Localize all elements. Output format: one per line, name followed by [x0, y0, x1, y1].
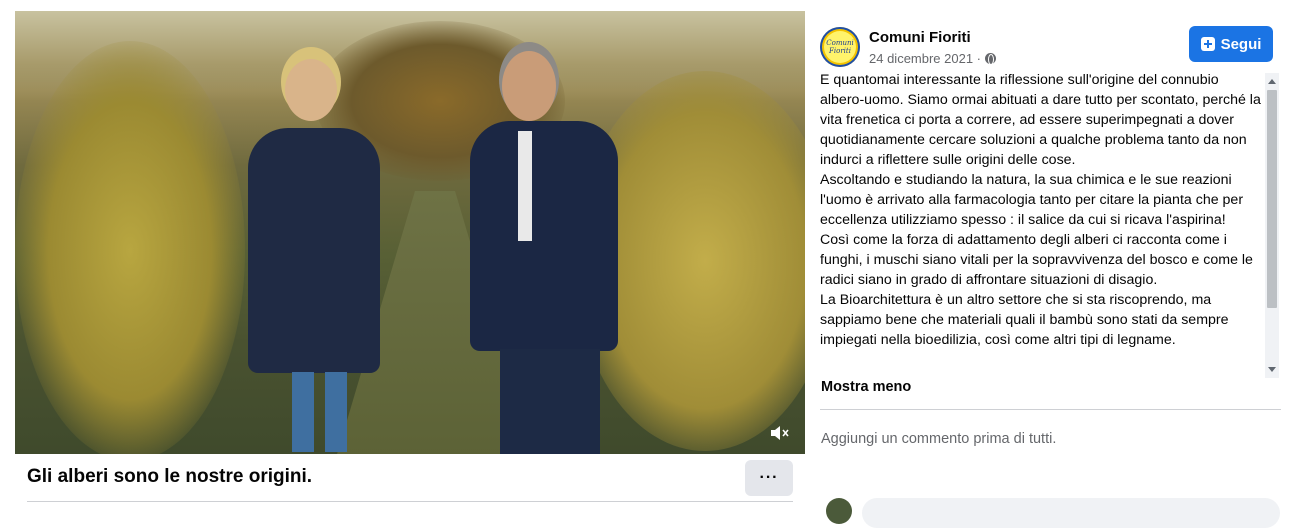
divider: [820, 409, 1281, 410]
no-comments-text: Aggiungi un commento prima di tutti.: [821, 431, 1057, 447]
woman-figure: [230, 56, 405, 454]
post-meta: 24 dicembre 2021 ·: [869, 51, 997, 66]
avatar-logo: Comuni Fioriti: [824, 31, 856, 63]
description-paragraph: Ascoltando e studiando la natura, la sua…: [820, 172, 1244, 228]
volume-muted-icon[interactable]: [769, 424, 791, 442]
description-scrollbar[interactable]: [1265, 73, 1279, 378]
globe-icon: [985, 53, 997, 65]
top-bar: [0, 0, 1296, 10]
follow-button[interactable]: Segui: [1189, 26, 1273, 62]
show-less-link[interactable]: Mostra meno: [821, 379, 911, 395]
comment-input[interactable]: [862, 498, 1280, 528]
user-avatar: [826, 498, 852, 524]
shrub-left: [15, 41, 245, 454]
page-name-link[interactable]: Comuni Fioriti: [869, 29, 971, 46]
description-paragraph: La Bioarchitettura è un altro settore ch…: [820, 292, 1229, 348]
page-avatar[interactable]: Comuni Fioriti: [820, 27, 860, 67]
follow-label: Segui: [1220, 35, 1262, 53]
scroll-down-arrow-icon[interactable]: [1268, 367, 1276, 372]
man-figure: [440, 51, 640, 454]
post-description: E quantomai interessante la riflessione …: [820, 70, 1262, 378]
scroll-up-arrow-icon[interactable]: [1268, 79, 1276, 84]
divider: [27, 501, 793, 502]
video-player[interactable]: [15, 11, 805, 454]
video-title: Gli alberi sono le nostre origini.: [27, 466, 313, 487]
scroll-thumb[interactable]: [1267, 90, 1277, 308]
more-options-button[interactable]: ···: [745, 460, 793, 496]
description-paragraph: E quantomai interessante la riflessione …: [820, 72, 1261, 168]
description-paragraph: Così come la forza di adattamento degli …: [820, 232, 1253, 288]
post-date[interactable]: 24 dicembre 2021 ·: [869, 51, 981, 66]
add-follow-icon: [1200, 37, 1215, 51]
